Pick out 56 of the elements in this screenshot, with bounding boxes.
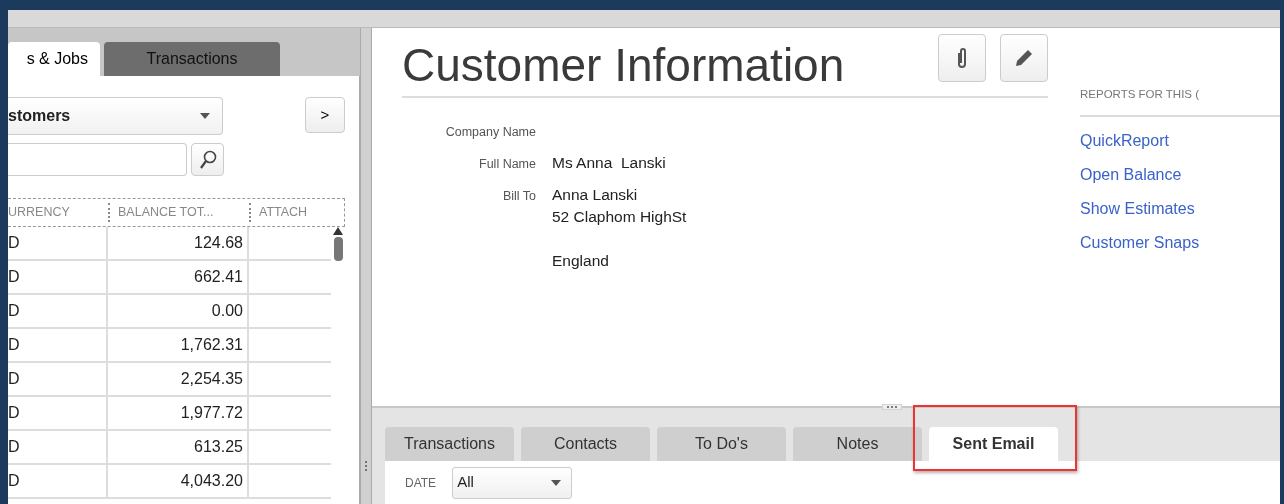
report-link[interactable]: Open Balance (1080, 164, 1280, 186)
column-header[interactable]: BALANCE TOT... (108, 203, 249, 222)
table-cell: D (8, 431, 108, 463)
tab[interactable]: s & Jobs (8, 42, 100, 76)
field-value: 52 Claphom HighSt (552, 206, 687, 227)
field-value: England (552, 250, 610, 271)
table-cell: 4,043.20 (108, 465, 249, 497)
table-cell: 2,254.35 (108, 363, 249, 395)
search-field[interactable] (8, 143, 187, 176)
table-cell: 662.41 (108, 261, 249, 293)
table-cell: 0.00 (108, 295, 249, 327)
reports-heading: REPORTS FOR THIS ( (1080, 86, 1280, 118)
tab[interactable]: Notes (793, 427, 922, 461)
field-value: Ms Anna Lanski (552, 152, 666, 173)
table-cell: D (8, 295, 108, 327)
search-icon (198, 149, 217, 170)
list-filter-dropdown[interactable]: stomers (8, 97, 223, 135)
table-cell: D (8, 329, 108, 361)
table-cell: D (8, 261, 108, 293)
paperclip-icon (956, 47, 968, 69)
field-label: Bill To (501, 187, 536, 205)
tab[interactable]: To Do's (657, 427, 786, 461)
scroll-thumb[interactable] (333, 237, 343, 261)
tab[interactable]: Contacts (521, 427, 650, 461)
scroll-up-icon[interactable] (333, 227, 343, 235)
table-cell: 1,977.72 (108, 397, 249, 429)
table-cell: 613.25 (108, 431, 249, 463)
edit-button[interactable] (1000, 34, 1048, 82)
column-header[interactable]: URRENCY (8, 203, 108, 222)
date-dropdown[interactable]: All (452, 466, 573, 499)
pencil-icon (1014, 48, 1034, 68)
field-value: Anna Lanski (552, 184, 639, 205)
splitter-handle-icon[interactable] (882, 404, 902, 410)
attach-button[interactable] (938, 34, 986, 82)
table-cell: D (8, 397, 108, 429)
field-label: Full Name (478, 155, 536, 173)
table-cell: 1,762.31 (108, 329, 249, 361)
tab[interactable]: Transactions (104, 42, 280, 76)
table-cell: 124.68 (108, 227, 249, 259)
table-cell: D (8, 465, 108, 497)
table-cell: D (8, 363, 108, 395)
tab[interactable]: Transactions (385, 427, 514, 461)
tab[interactable]: Sent Email (929, 427, 1058, 461)
search-button[interactable] (191, 143, 224, 176)
column-header[interactable]: ATTACH (249, 203, 329, 222)
report-link[interactable]: Customer Snaps (1080, 232, 1280, 254)
caret-icon (551, 479, 562, 486)
date-label: DATE (405, 474, 437, 492)
expand-button[interactable]: > (305, 97, 345, 133)
report-link[interactable]: Show Estimates (1080, 198, 1280, 220)
field-label: Company Name (444, 124, 536, 141)
page-title: Customer Information (402, 38, 845, 88)
table-cell: D (8, 227, 108, 259)
grip-icon[interactable] (364, 460, 368, 472)
caret-icon (200, 113, 210, 119)
report-link[interactable]: QuickReport (1080, 130, 1280, 152)
